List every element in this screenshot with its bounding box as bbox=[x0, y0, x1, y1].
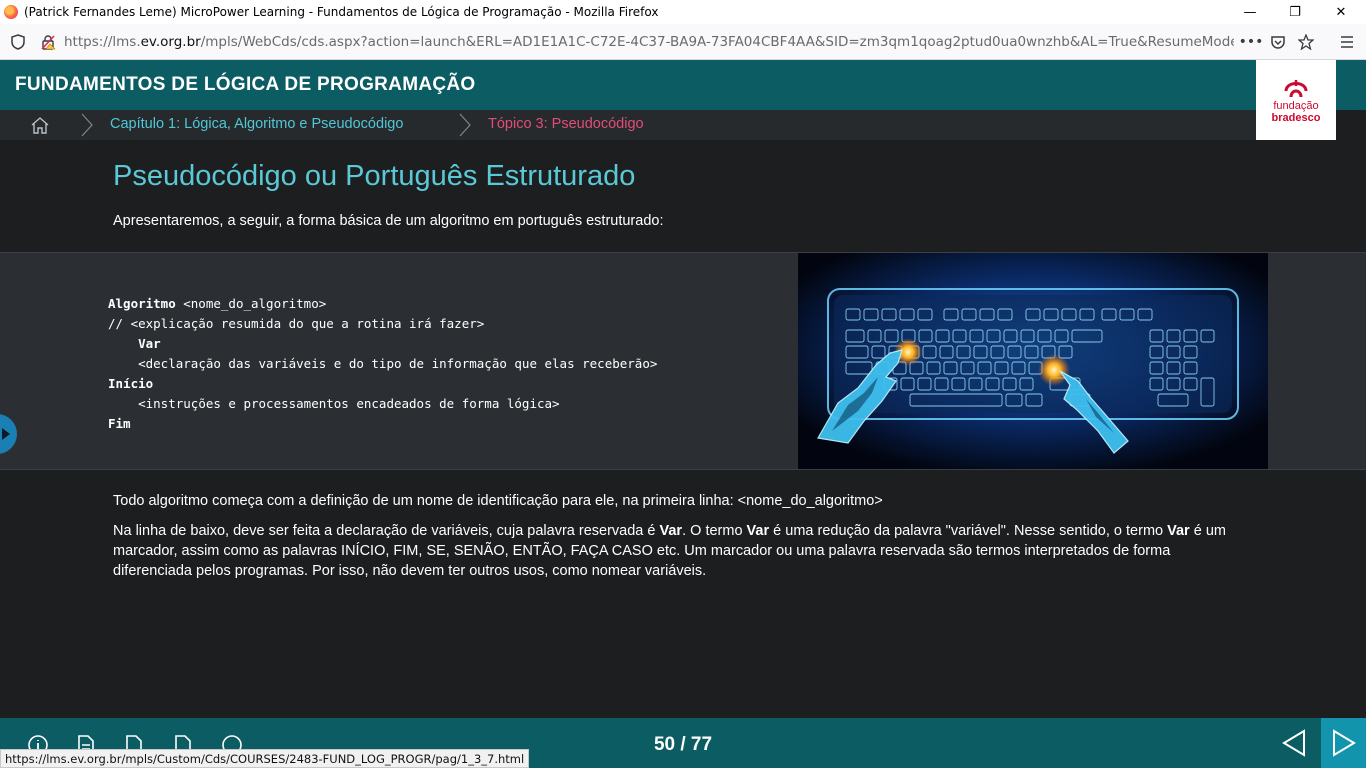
para-keyword: Var bbox=[746, 523, 770, 539]
para-text: Na linha de baixo, deve ser feita a decl… bbox=[113, 523, 660, 539]
breadcrumb-chapter[interactable]: Capítulo 1: Lógica, Algoritmo e Pseudocó… bbox=[110, 116, 403, 132]
address-bar[interactable]: https://lms.ev.org.br/mpls/WebCds/cds.as… bbox=[64, 34, 1234, 50]
para-keyword: Var bbox=[1167, 523, 1190, 539]
para-text: . O termo bbox=[682, 523, 747, 539]
logo-line2: bradesco bbox=[1271, 111, 1321, 124]
para-keyword: Var bbox=[659, 523, 683, 539]
pocket-icon[interactable] bbox=[1268, 32, 1288, 52]
paragraph-2: Na linha de baixo, deve ser feita a decl… bbox=[113, 521, 1253, 581]
menu-icon[interactable] bbox=[1337, 32, 1357, 52]
para-text: é uma redução da palavra "variável". Nes… bbox=[769, 523, 1168, 539]
shield-icon[interactable] bbox=[8, 32, 28, 52]
code-line: <declaração das variáveis e do tipo de i… bbox=[138, 356, 658, 371]
course-title: FUNDAMENTOS DE LÓGICA DE PROGRAMAÇÃO bbox=[15, 74, 476, 95]
pseudocode-block: Algoritmo <nome_do_algoritmo> // <explic… bbox=[108, 294, 657, 434]
breadcrumb: Capítulo 1: Lógica, Algoritmo e Pseudocó… bbox=[0, 110, 1256, 140]
paragraph-1: Todo algoritmo começa com a definição de… bbox=[113, 493, 883, 509]
bradesco-tree-icon bbox=[1284, 79, 1308, 97]
keyboard-illustration bbox=[798, 253, 1268, 469]
code-keyword: Algoritmo bbox=[108, 296, 176, 311]
intro-text: Apresentaremos, a seguir, a forma básica… bbox=[113, 213, 664, 229]
play-arrow-icon bbox=[2, 428, 10, 440]
url-prefix: https://lms. bbox=[64, 34, 141, 50]
chevron-right-icon bbox=[459, 113, 471, 137]
code-keyword: Fim bbox=[108, 416, 131, 431]
browser-toolbar: https://lms.ev.org.br/mpls/WebCds/cds.as… bbox=[0, 24, 1366, 60]
minimize-button[interactable]: — bbox=[1227, 0, 1273, 24]
window-title: (Patrick Fernandes Leme) MicroPower Lear… bbox=[24, 5, 659, 19]
page-title: Pseudocódigo ou Português Estruturado bbox=[113, 160, 636, 192]
url-rest: /mpls/WebCds/cds.aspx?action=launch&ERL=… bbox=[200, 34, 1234, 50]
chevron-right-icon bbox=[81, 113, 93, 137]
course-header: FUNDAMENTOS DE LÓGICA DE PROGRAMAÇÃO bbox=[0, 60, 1366, 110]
firefox-icon bbox=[4, 5, 18, 19]
breadcrumb-topic[interactable]: Tópico 3: Pseudocódigo bbox=[488, 116, 644, 132]
fundacao-bradesco-logo: fundação bradesco bbox=[1256, 60, 1336, 140]
code-line: <nome_do_algoritmo> bbox=[175, 296, 327, 311]
home-icon[interactable] bbox=[30, 116, 50, 134]
page-actions-button[interactable]: ••• bbox=[1239, 32, 1264, 52]
arrow-left-icon bbox=[1282, 729, 1305, 757]
window-titlebar: (Patrick Fernandes Leme) MicroPower Lear… bbox=[0, 0, 1366, 24]
bookmark-star-icon[interactable] bbox=[1296, 32, 1316, 52]
code-keyword: Início bbox=[108, 376, 154, 391]
restore-button[interactable]: ❐ bbox=[1272, 0, 1318, 24]
code-line: <instruções e processamentos encadeados … bbox=[138, 396, 560, 411]
url-domain: ev.org.br bbox=[140, 34, 201, 50]
previous-page-button[interactable] bbox=[1270, 718, 1318, 768]
code-keyword: Var bbox=[138, 336, 161, 351]
insecure-lock-icon[interactable] bbox=[38, 32, 58, 52]
status-bar-url: https://lms.ev.org.br/mpls/Custom/Cds/CO… bbox=[0, 749, 530, 768]
close-button[interactable]: ✕ bbox=[1318, 0, 1364, 24]
arrow-right-icon bbox=[1332, 729, 1356, 757]
next-page-button[interactable] bbox=[1321, 718, 1366, 768]
logo-line1: fundação bbox=[1273, 99, 1319, 112]
code-line: // <explicação resumida do que a rotina … bbox=[108, 316, 485, 331]
